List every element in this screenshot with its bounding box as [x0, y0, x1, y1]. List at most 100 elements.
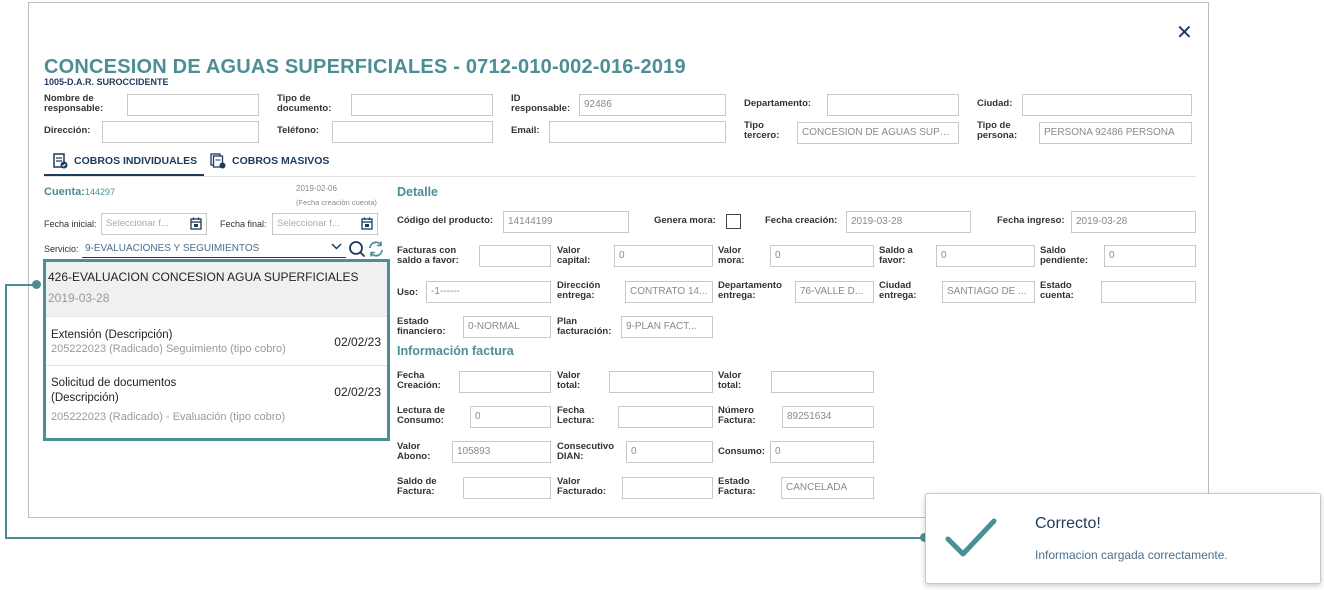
toast-message: Informacion cargada correctamente.: [1035, 548, 1228, 562]
genera-mora-label: Genera mora:: [654, 215, 716, 226]
valor-facturado-label: Valor Facturado:: [557, 476, 607, 497]
connector-line: [5, 284, 7, 539]
plan-facturacion-label: Plan facturación:: [557, 316, 612, 337]
estado-factura-label: Estado Factura:: [718, 476, 756, 497]
departamento-label: Departamento:: [744, 98, 812, 109]
estado-factura-field[interactable]: CANCELADA: [781, 477, 874, 499]
nombre-responsable-field[interactable]: [127, 94, 259, 116]
fecha-inicial-input[interactable]: Seleccionar f...: [101, 213, 207, 235]
consecutivo-dian-label: Consecutivo DIAN:: [557, 441, 615, 462]
servicio-select[interactable]: 9-EVALUACIONES Y SEGUIMIENTOS: [82, 240, 346, 258]
connector-dot: [32, 280, 41, 289]
servicio-label: Servicio:: [44, 244, 79, 254]
connector-line: [5, 537, 925, 539]
detalle-title: Detalle: [397, 185, 438, 199]
list-item[interactable]: 426-EVALUACION CONCESION AGUA SUPERFICIA…: [46, 262, 387, 317]
departamento-entrega-label: Departamento entrega:: [718, 280, 782, 301]
toast-title: Correcto!: [1035, 515, 1101, 532]
valor-total-label-2: Valor total:: [718, 370, 742, 391]
tab-cobros-individuales[interactable]: COBROS INDIVIDUALES: [52, 153, 197, 169]
list-item-title: Extensión (Descripción): [51, 329, 173, 341]
list-item[interactable]: Extensión (Descripción) 205222023 (Radic…: [46, 317, 387, 366]
estado-cuenta-label: Estado cuenta:: [1040, 280, 1074, 301]
direccion-entrega-label: Dirección entrega:: [557, 280, 601, 301]
tab-cobros-masivos[interactable]: COBROS MASIVOS: [210, 153, 329, 169]
id-responsable-label: ID responsable:: [511, 93, 571, 114]
estado-cuenta-field[interactable]: [1101, 281, 1196, 303]
list-item[interactable]: Solicitud de documentos (Descripción) 20…: [46, 366, 387, 432]
valor-facturado-field[interactable]: [622, 477, 713, 499]
tipo-persona-field[interactable]: PERSONA 92486 PERSONA: [1039, 122, 1192, 144]
id-responsable-field[interactable]: 92486: [579, 94, 726, 116]
valor-capital-field[interactable]: 0: [614, 245, 713, 267]
informacion-factura-title: Información factura: [397, 344, 514, 358]
tipo-documento-label: Tipo de documento:: [277, 93, 332, 114]
fecha-final-input[interactable]: Seleccionar f...: [272, 213, 378, 235]
direccion-field[interactable]: [102, 121, 259, 143]
tipo-tercero-field[interactable]: CONCESION DE AGUAS SUPERFICIALES: [797, 122, 959, 144]
valor-total-label: Valor total:: [557, 370, 581, 391]
email-label: Email:: [511, 125, 540, 136]
servicio-value: 9-EVALUACIONES Y SEGUIMIENTOS: [85, 243, 260, 254]
close-icon[interactable]: ✕: [1176, 20, 1193, 45]
list-item-date: 02/02/23: [334, 335, 381, 349]
facturas-saldo-label: Facturas con saldo a favor:: [397, 245, 459, 266]
page-title: CONCESION DE AGUAS SUPERFICIALES - 0712-…: [44, 56, 686, 78]
fecha-ingreso-label: Fecha ingreso:: [997, 215, 1065, 226]
lectura-consumo-label: Lectura de Consumo:: [397, 405, 446, 426]
codigo-producto-field[interactable]: 14144199: [503, 211, 629, 233]
departamento-field[interactable]: [827, 94, 959, 116]
checkmark-icon: [944, 515, 998, 564]
genera-mora-checkbox[interactable]: [726, 214, 741, 229]
uso-field[interactable]: -1------: [426, 281, 551, 303]
ciudad-field[interactable]: [1022, 94, 1192, 116]
fecha-creacion-cuenta-label: (Fecha creación cuenta): [296, 198, 377, 207]
valor-abono-label: Valor Abono:: [397, 441, 431, 462]
calendar-icon[interactable]: [190, 217, 202, 234]
tab-cobros-individuales-label: COBROS INDIVIDUALES: [74, 155, 198, 167]
factura-fecha-creacion-field[interactable]: [459, 371, 551, 393]
numero-factura-label: Número Factura:: [718, 405, 756, 426]
invoice-stack-icon: [210, 153, 226, 169]
ciudad-entrega-field[interactable]: SANTIAGO DE ...: [942, 281, 1035, 303]
estado-financiero-field[interactable]: 0-NORMAL: [463, 316, 551, 338]
valor-total-field-2[interactable]: [771, 371, 874, 393]
saldo-favor-field[interactable]: 0: [936, 245, 1035, 267]
departamento-entrega-field[interactable]: 76-VALLE D...: [795, 281, 874, 303]
fecha-ingreso-field[interactable]: 2019-03-28: [1071, 211, 1196, 233]
direccion-entrega-field[interactable]: CONTRATO 14...: [625, 281, 713, 303]
tipo-documento-field[interactable]: [351, 94, 493, 116]
codigo-producto-label: Código del producto:: [397, 215, 494, 226]
tab-cobros-masivos-label: COBROS MASIVOS: [232, 155, 330, 167]
consumo-label: Consumo:: [718, 446, 765, 457]
nombre-responsable-label: Nombre de responsable:: [44, 93, 104, 114]
valor-abono-field[interactable]: 105893: [452, 441, 551, 463]
lectura-consumo-field[interactable]: 0: [470, 406, 551, 428]
saldo-pendiente-field[interactable]: 0: [1104, 245, 1196, 267]
valor-mora-field[interactable]: 0: [770, 245, 874, 267]
fecha-lectura-field[interactable]: [618, 406, 713, 428]
factura-fecha-creacion-label: Fecha Creación:: [397, 370, 441, 391]
saldo-pendiente-label: Saldo pendiente:: [1040, 245, 1089, 266]
telefono-label: Teléfono:: [277, 125, 320, 136]
calendar-icon[interactable]: [361, 217, 373, 234]
ciudad-label: Ciudad:: [977, 98, 1013, 109]
cuenta-value: 144297: [84, 187, 115, 197]
fecha-creacion-field[interactable]: 2019-03-28: [846, 211, 971, 233]
email-field[interactable]: [549, 121, 726, 143]
list-item-date: 02/02/23: [334, 385, 381, 399]
facturas-saldo-field[interactable]: [479, 245, 551, 267]
plan-facturacion-field[interactable]: 9-PLAN FACT...: [621, 316, 713, 338]
consecutivo-dian-field[interactable]: 0: [626, 441, 713, 463]
saldo-factura-field[interactable]: [463, 477, 551, 499]
list-item-title: Solicitud de documentos: [51, 377, 177, 389]
list-item-subtitle: 205222023 (Radicado) Seguimiento (tipo c…: [51, 343, 286, 355]
active-tab-indicator: [44, 174, 204, 176]
telefono-field[interactable]: [332, 121, 493, 143]
numero-factura-field[interactable]: 89251634: [782, 406, 874, 428]
list-item-subtitle: 2019-03-28: [48, 291, 110, 305]
consumo-field[interactable]: 0: [770, 441, 874, 463]
fecha-lectura-label: Fecha Lectura:: [557, 405, 595, 426]
valor-total-field[interactable]: [609, 371, 713, 393]
tab-divider: [44, 176, 1196, 177]
